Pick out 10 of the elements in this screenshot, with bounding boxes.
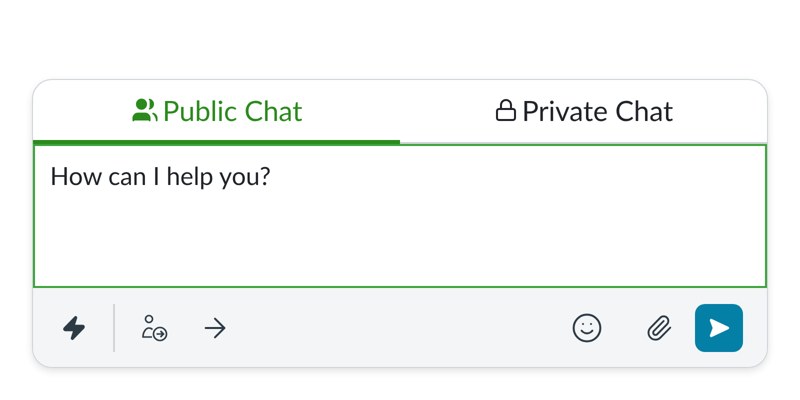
chat-tab[interactable]: Private Chat xyxy=(400,80,767,144)
lock-icon xyxy=(494,98,518,122)
lightning-icon xyxy=(61,314,87,340)
message-field[interactable]: How can I help you? xyxy=(33,144,767,288)
send-icon xyxy=(708,316,730,338)
smiley-icon xyxy=(571,312,603,344)
send-button[interactable] xyxy=(695,304,743,352)
group-icon xyxy=(130,96,159,124)
paperclip-icon xyxy=(645,314,673,342)
chat-tab[interactable]: Public Chat xyxy=(33,80,400,144)
